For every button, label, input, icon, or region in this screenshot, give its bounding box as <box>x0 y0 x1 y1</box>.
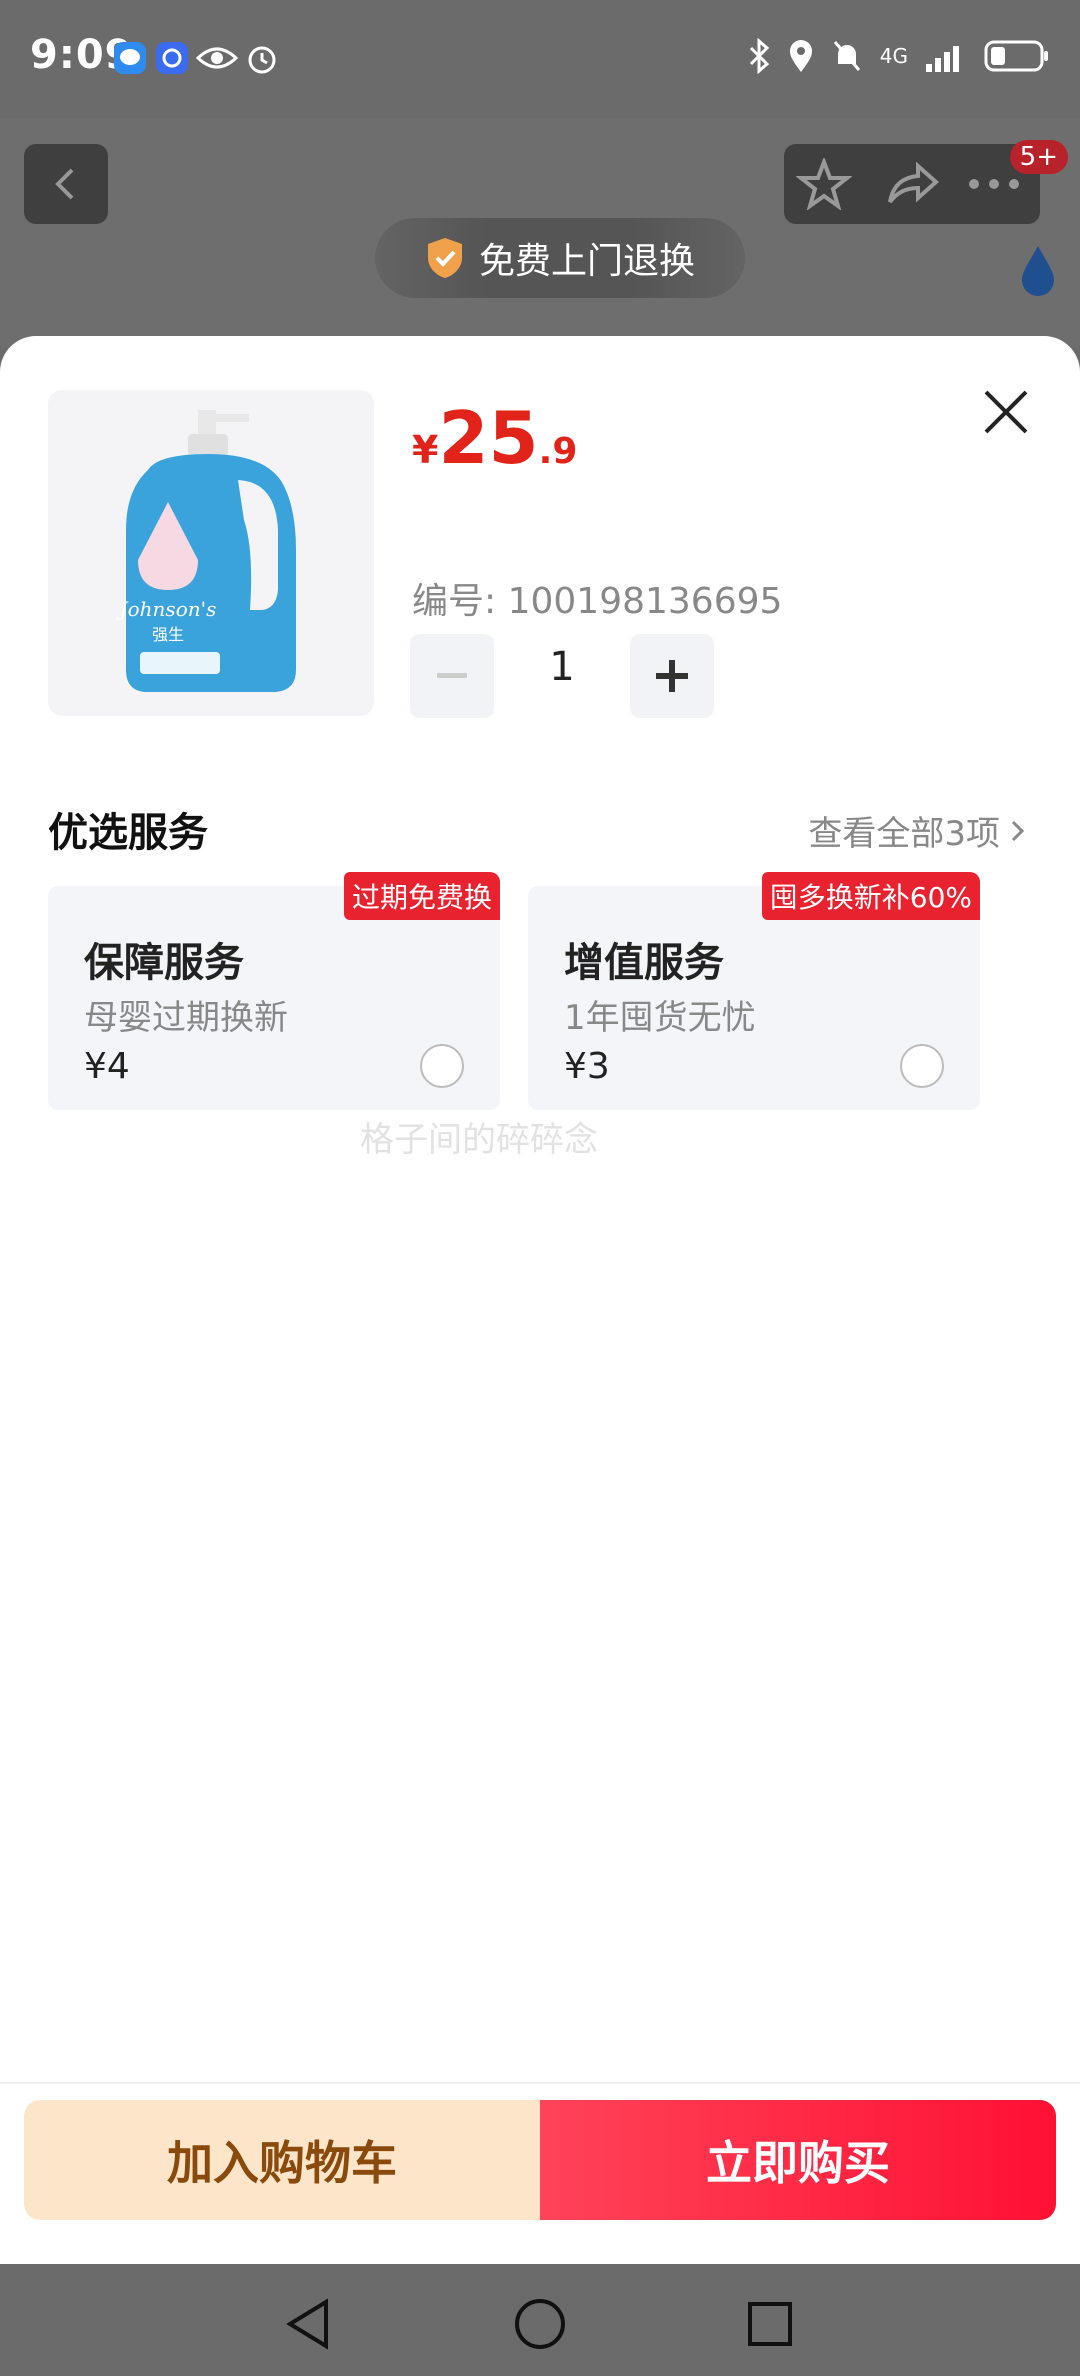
buy-now-button[interactable]: 立即购买 <box>540 2100 1056 2220</box>
price: ¥25.9 <box>412 396 577 480</box>
shampoo-bottle-image: Johnson's 强生 <box>116 410 296 692</box>
bluetooth-icon <box>749 38 769 74</box>
share-icon[interactable] <box>884 158 940 210</box>
notification-badge: 5+ <box>1009 140 1068 174</box>
battery-icon <box>984 40 1048 72</box>
favorite-star-icon[interactable] <box>796 158 852 210</box>
nav-back-icon[interactable] <box>280 2294 340 2354</box>
alarm-icon <box>248 46 276 74</box>
brand-drop-icon <box>1022 246 1054 296</box>
service-subtitle: 母婴过期换新 <box>84 998 288 1038</box>
signal-icon <box>926 46 959 72</box>
eye-icon <box>196 47 238 69</box>
price-decimal: .9 <box>538 431 578 472</box>
chevron-right-icon <box>1011 820 1025 841</box>
svg-text:强生: 强生 <box>152 625 184 644</box>
service-title: 增值服务 <box>564 940 724 986</box>
status-bar: 9:09 4G <box>0 0 1080 118</box>
svg-text:Johnson's: Johnson's <box>116 597 217 621</box>
chevron-left-icon <box>55 168 74 200</box>
mute-bell-icon <box>833 41 860 71</box>
watermark: 格子间的碎碎念 <box>360 1120 598 1160</box>
bottom-divider <box>0 2082 1080 2084</box>
price-currency: ¥ <box>412 428 439 472</box>
sku-number: 编号: 100198136695 <box>412 581 783 622</box>
quantity-increase-button[interactable] <box>630 634 714 718</box>
sku-selection-sheet: Johnson's 强生 ¥25.9 编号: 100198136695 1 优选… <box>0 336 1080 2264</box>
nav-home-icon[interactable] <box>510 2294 570 2354</box>
app-notification-icon <box>156 42 188 74</box>
services-title: 优选服务 <box>48 810 208 856</box>
service-card-value-added[interactable]: 囤多换新补60% 增值服务 1年囤货无忧 ¥3 <box>528 872 980 1110</box>
product-image: Johnson's 强生 <box>48 390 374 716</box>
location-icon <box>789 40 812 72</box>
service-radio[interactable] <box>900 1044 944 1088</box>
nav-recents-icon[interactable] <box>740 2294 800 2354</box>
service-price: ¥3 <box>564 1046 610 1087</box>
service-tag: 囤多换新补60% <box>761 872 980 920</box>
price-integer: 25 <box>438 396 539 480</box>
service-radio[interactable] <box>420 1044 464 1088</box>
header-actions <box>784 144 1040 224</box>
system-navigation-bar <box>0 2264 1080 2376</box>
back-button[interactable] <box>24 144 108 224</box>
quantity-value[interactable]: 1 <box>514 644 610 690</box>
service-price: ¥4 <box>84 1046 130 1087</box>
message-icon <box>114 42 146 74</box>
shield-check-icon <box>427 238 462 278</box>
view-all-services-link[interactable]: 查看全部3项 <box>808 806 1026 855</box>
network-type-label: 4G <box>879 44 908 68</box>
free-return-banner: 免费上门退换 <box>375 218 745 298</box>
free-return-label: 免费上门退换 <box>478 241 695 282</box>
status-right-icons: 4G <box>748 38 1050 74</box>
service-title: 保障服务 <box>84 940 244 986</box>
view-all-label: 查看全部3项 <box>808 814 1000 854</box>
service-tag: 过期免费换 <box>343 872 500 920</box>
minus-icon <box>437 673 467 678</box>
background-product-page: 5+ 免费上门退换 <box>0 118 1080 348</box>
quantity-decrease-button[interactable] <box>410 634 494 718</box>
plus-icon <box>656 660 688 692</box>
service-card-protection[interactable]: 过期免费换 保障服务 母婴过期换新 ¥4 <box>48 872 500 1110</box>
service-subtitle: 1年囤货无忧 <box>564 998 756 1038</box>
close-icon[interactable] <box>980 386 1032 438</box>
add-to-cart-button[interactable]: 加入购物车 <box>24 2100 540 2220</box>
